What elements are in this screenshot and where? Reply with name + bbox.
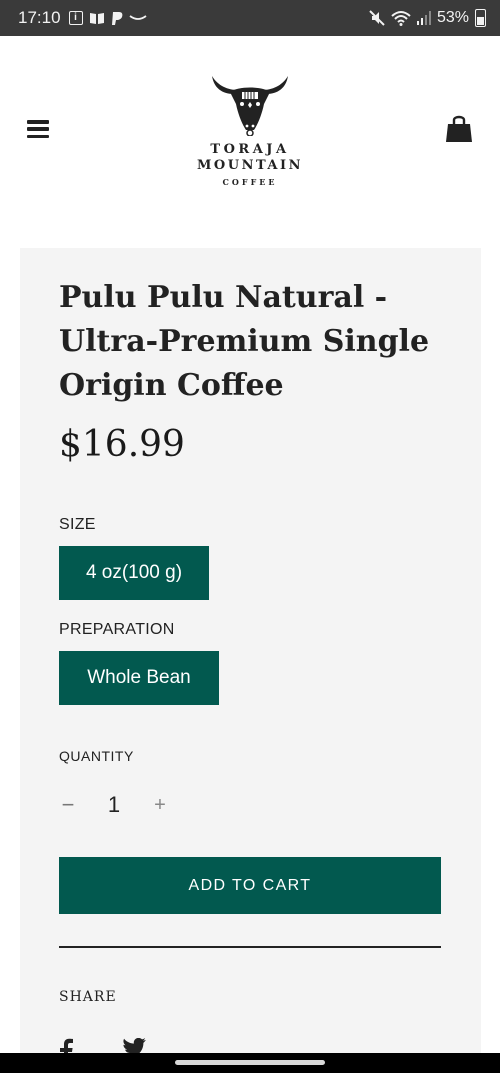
wifi-icon: [391, 11, 411, 26]
system-nav-bar: [0, 1053, 500, 1073]
preparation-label: PREPARATION: [59, 621, 175, 638]
battery-icon: [475, 9, 486, 27]
notification-icons: i: [68, 11, 147, 26]
quantity-increase-button[interactable]: +: [150, 790, 170, 820]
add-to-cart-button[interactable]: ADD TO CART: [59, 857, 441, 914]
quantity-label: QUANTITY: [59, 748, 134, 764]
mute-icon: [369, 10, 385, 26]
product-price: $16.99: [59, 424, 185, 465]
status-bar: 17:10 i 53%: [0, 0, 500, 36]
logo-line-1: TORAJA: [210, 142, 290, 157]
quantity-decrease-button[interactable]: −: [60, 790, 76, 820]
logo-line-2: MOUNTAIN: [197, 158, 303, 173]
status-time: 17:10: [18, 8, 61, 27]
amazon-icon: [129, 15, 147, 20]
bull-head-icon: [212, 76, 288, 136]
brand-logo[interactable]: TORAJA MOUNTAIN COFFEE: [176, 74, 324, 187]
share-label: SHARE: [59, 989, 117, 1005]
battery-percent: 53%: [436, 9, 469, 26]
info-icon: i: [68, 11, 83, 25]
paypal-icon: [111, 11, 122, 25]
cart-icon[interactable]: [445, 114, 473, 144]
product-title: Pulu Pulu Natural - Ultra-Premium Single…: [59, 280, 430, 403]
signal-icon: [416, 11, 431, 25]
logo-line-3: COFFEE: [222, 177, 278, 187]
size-label: SIZE: [59, 516, 96, 533]
size-option-button[interactable]: 4 oz(100 g): [59, 546, 209, 600]
preparation-option-button[interactable]: Whole Bean: [59, 651, 219, 705]
divider: [59, 946, 441, 948]
product-panel: Pulu Pulu Natural - Ultra-Premium Single…: [20, 248, 481, 1068]
site-header: TORAJA MOUNTAIN COFFEE: [0, 36, 500, 248]
book-icon: [89, 13, 104, 24]
menu-icon[interactable]: [27, 120, 49, 138]
home-gesture-handle[interactable]: [175, 1060, 325, 1065]
quantity-input[interactable]: 1: [102, 790, 126, 820]
